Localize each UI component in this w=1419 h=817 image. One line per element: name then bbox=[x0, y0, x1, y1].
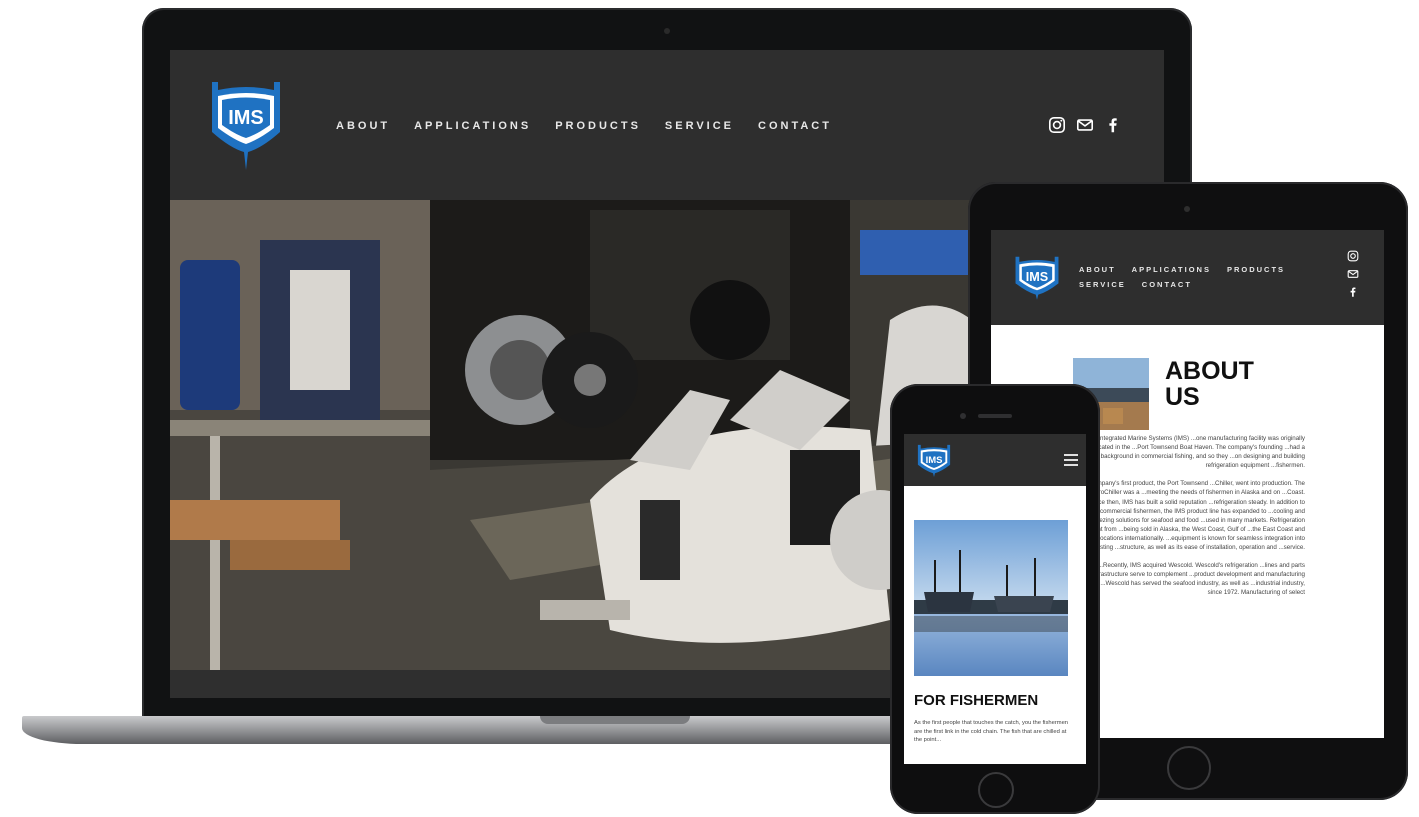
nav-contact[interactable]: CONTACT bbox=[758, 120, 832, 132]
tablet-nav-about[interactable]: ABOUT bbox=[1079, 265, 1116, 274]
section-title: FOR FISHERMEN bbox=[914, 692, 1039, 709]
phone-screen: IMS FOR FISHERMEN As the first people th… bbox=[904, 434, 1086, 764]
about-paragraph: ...the company's first product, the Port… bbox=[1073, 480, 1305, 552]
tablet-nav-applications[interactable]: APPLICATIONS bbox=[1132, 265, 1211, 274]
tablet-mail-icon[interactable] bbox=[1347, 268, 1359, 280]
about-title: ABOUT US bbox=[1165, 357, 1254, 411]
facebook-icon[interactable] bbox=[1104, 116, 1122, 134]
phone-site-header: IMS bbox=[904, 434, 1086, 486]
social-links bbox=[1048, 116, 1122, 134]
tablet-nav-service[interactable]: SERVICE bbox=[1079, 280, 1126, 289]
tablet-camera bbox=[1184, 206, 1190, 212]
about-body-text: The Integrated Marine Systems (IMS) ...o… bbox=[1073, 434, 1305, 607]
phone-frame: IMS FOR FISHERMEN As the first people th… bbox=[890, 384, 1100, 814]
tablet-site-header: IMS ABOUT APPLICATIONS PRODUCTS SERVICE … bbox=[991, 230, 1384, 325]
mail-icon[interactable] bbox=[1076, 116, 1094, 134]
tablet-ims-logo[interactable]: IMS bbox=[1013, 254, 1061, 300]
logo-text: IMS bbox=[228, 107, 264, 129]
tablet-shield-logo-icon: IMS bbox=[1015, 256, 1059, 300]
section-body-text: As the first people that touches the cat… bbox=[914, 720, 1069, 744]
phone-speaker bbox=[978, 414, 1012, 418]
hamburger-menu-icon[interactable] bbox=[1064, 454, 1078, 466]
nav-products[interactable]: PRODUCTS bbox=[555, 120, 641, 132]
shield-logo-icon: IMS bbox=[212, 82, 280, 170]
tablet-facebook-icon[interactable] bbox=[1347, 286, 1359, 298]
phone-shield-logo-icon: IMS bbox=[917, 444, 951, 478]
tablet-social-links bbox=[1347, 250, 1359, 298]
main-nav: ABOUT APPLICATIONS PRODUCTS SERVICE CONT… bbox=[336, 120, 832, 132]
instagram-icon[interactable] bbox=[1048, 116, 1066, 134]
nav-service[interactable]: SERVICE bbox=[665, 120, 734, 132]
nav-applications[interactable]: APPLICATIONS bbox=[414, 120, 531, 132]
phone-ims-logo[interactable]: IMS bbox=[916, 442, 952, 478]
tablet-instagram-icon[interactable] bbox=[1347, 250, 1359, 262]
ims-logo[interactable]: IMS bbox=[208, 78, 284, 172]
laptop-notch bbox=[540, 716, 690, 724]
about-paragraph: The Integrated Marine Systems (IMS) ...o… bbox=[1085, 435, 1305, 470]
tablet-logo-text: IMS bbox=[1026, 270, 1048, 284]
phone-logo-text: IMS bbox=[926, 455, 943, 466]
tablet-nav-contact[interactable]: CONTACT bbox=[1142, 280, 1192, 289]
laptop-camera bbox=[664, 28, 670, 34]
tablet-nav: ABOUT APPLICATIONS PRODUCTS SERVICE CONT… bbox=[1079, 265, 1299, 289]
site-header: IMS ABOUT APPLICATIONS PRODUCTS SERVICE … bbox=[170, 50, 1164, 200]
tablet-nav-products[interactable]: PRODUCTS bbox=[1227, 265, 1285, 274]
nav-about[interactable]: ABOUT bbox=[336, 120, 390, 132]
tablet-home-button[interactable] bbox=[1167, 746, 1211, 790]
about-paragraph: ...Recently, IMS acquired Wescold. Wesco… bbox=[1074, 562, 1305, 597]
fishing-boats-image bbox=[914, 520, 1068, 676]
phone-home-button[interactable] bbox=[978, 772, 1014, 808]
phone-camera bbox=[960, 413, 966, 419]
